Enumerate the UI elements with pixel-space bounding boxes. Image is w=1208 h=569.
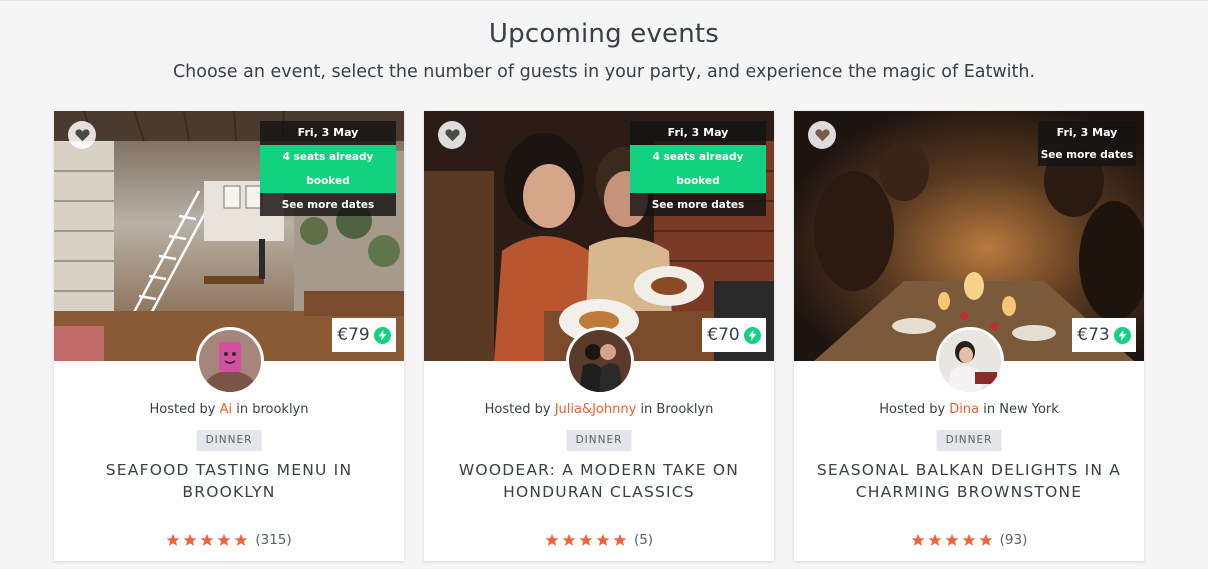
section-subtitle: Choose an event, select the number of gu… xyxy=(172,62,1036,82)
host-line: Hosted by Julia&Johnny in Brooklyn xyxy=(424,402,774,417)
event-photo-candlelit-dinner[interactable]: Fri, 3 May See more dates €73 xyxy=(794,111,1144,361)
event-date: Fri, 3 May xyxy=(667,126,729,139)
star-icon xyxy=(579,533,593,546)
event-photo-loft[interactable]: Fri, 3 May 4 seats already booked See mo… xyxy=(54,111,404,361)
star-icon xyxy=(962,533,976,546)
host-location: in New York xyxy=(983,402,1059,417)
rating: (315) xyxy=(54,532,404,548)
host-line: Hosted by Dina in New York xyxy=(794,402,1144,417)
event-title[interactable]: SEASONAL BALKAN DELIGHTS IN A CHARMING B… xyxy=(804,459,1134,503)
host-name-link[interactable]: Julia&Johnny xyxy=(555,402,637,417)
star-icon xyxy=(234,533,248,546)
event-type-tag: DINNER xyxy=(196,430,262,451)
price-badge: €73 xyxy=(1072,318,1136,352)
star-icon xyxy=(545,533,559,546)
star-icon xyxy=(928,533,942,546)
date-badge: Fri, 3 May See more dates xyxy=(1038,121,1136,166)
favorite-heart-button[interactable] xyxy=(438,121,466,149)
seats-booked-badge: 4 seats already booked xyxy=(630,145,766,193)
host-prefix: Hosted by xyxy=(879,402,946,417)
price-badge: €79 xyxy=(332,318,396,352)
host-avatar[interactable] xyxy=(936,327,1004,395)
section-title: Upcoming events xyxy=(488,19,720,49)
see-more-dates-link[interactable]: See more dates xyxy=(260,195,396,215)
host-avatar[interactable] xyxy=(196,327,264,395)
event-type-tag: DINNER xyxy=(566,430,632,451)
event-date: Fri, 3 May xyxy=(297,126,359,139)
event-card[interactable]: Fri, 3 May See more dates €73 Hosted by … xyxy=(794,111,1144,561)
event-title[interactable]: WOODEAR: A MODERN TAKE ON HONDURAN CLASS… xyxy=(434,459,764,503)
star-icon xyxy=(613,533,627,546)
rating: (5) xyxy=(424,532,774,548)
review-count: (93) xyxy=(999,532,1028,548)
star-icon xyxy=(200,533,214,546)
host-prefix: Hosted by xyxy=(149,402,216,417)
host-prefix: Hosted by xyxy=(484,402,551,417)
instant-book-bolt-icon xyxy=(373,326,391,344)
date-badge: Fri, 3 May 4 seats already booked See mo… xyxy=(260,121,396,216)
seats-booked-badge: 4 seats already booked xyxy=(260,145,396,193)
event-card[interactable]: Fri, 3 May 4 seats already booked See mo… xyxy=(424,111,774,561)
star-icon xyxy=(596,533,610,546)
see-more-dates-link[interactable]: See more dates xyxy=(1038,145,1136,165)
rating: (93) xyxy=(794,532,1144,548)
price-value: €70 xyxy=(707,325,740,345)
host-name-link[interactable]: Dina xyxy=(949,402,979,417)
host-location: in Brooklyn xyxy=(640,402,714,417)
star-icon xyxy=(166,533,180,546)
price-value: €73 xyxy=(1077,325,1110,345)
event-card[interactable]: Fri, 3 May 4 seats already booked See mo… xyxy=(54,111,404,561)
event-title[interactable]: SEAFOOD TASTING MENU IN BROOKLYN xyxy=(64,459,394,503)
instant-book-bolt-icon xyxy=(743,326,761,344)
price-value: €79 xyxy=(337,325,370,345)
host-avatar[interactable] xyxy=(566,327,634,395)
star-icon xyxy=(945,533,959,546)
favorite-heart-button[interactable] xyxy=(68,121,96,149)
review-count: (5) xyxy=(633,532,654,548)
top-divider xyxy=(0,0,1208,1)
date-badge: Fri, 3 May 4 seats already booked See mo… xyxy=(630,121,766,216)
star-icon xyxy=(183,533,197,546)
see-more-dates-link[interactable]: See more dates xyxy=(630,195,766,215)
star-icon xyxy=(217,533,231,546)
star-icon xyxy=(911,533,925,546)
event-type-tag: DINNER xyxy=(936,430,1002,451)
review-count: (315) xyxy=(255,532,292,548)
host-location: in brooklyn xyxy=(236,402,309,417)
host-name-link[interactable]: Ai xyxy=(220,402,233,417)
price-badge: €70 xyxy=(702,318,766,352)
star-icon xyxy=(562,533,576,546)
favorite-heart-button[interactable] xyxy=(808,121,836,149)
star-icon xyxy=(979,533,993,546)
host-line: Hosted by Ai in brooklyn xyxy=(54,402,404,417)
event-date: Fri, 3 May xyxy=(1056,126,1118,139)
event-photo-couple-dining[interactable]: Fri, 3 May 4 seats already booked See mo… xyxy=(424,111,774,361)
instant-book-bolt-icon xyxy=(1113,326,1131,344)
